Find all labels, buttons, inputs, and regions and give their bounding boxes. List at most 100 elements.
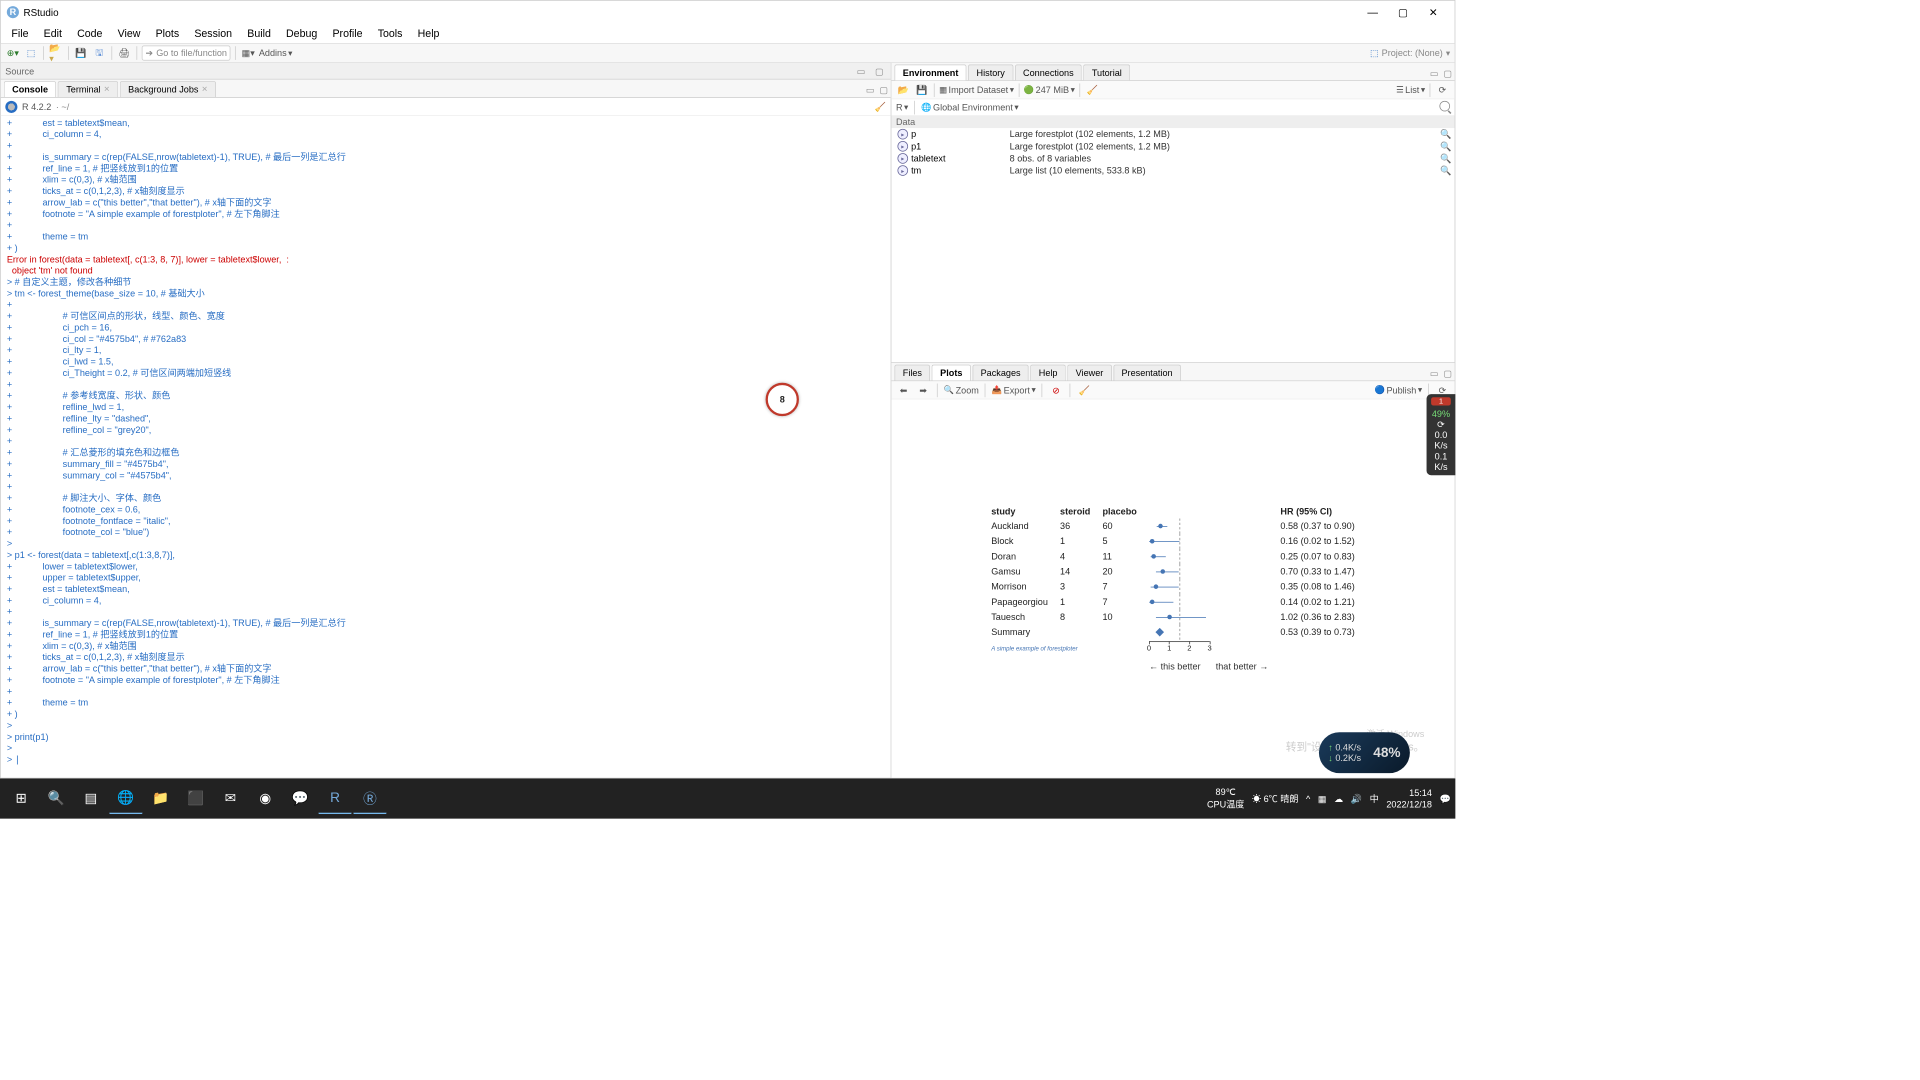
plots-maximize-icon[interactable]: ▢ xyxy=(1441,367,1455,381)
console-minimize-icon[interactable]: ▭ xyxy=(863,83,877,97)
cpu-temp-widget[interactable]: 89℃ CPU温度 xyxy=(1207,787,1244,810)
publish-button[interactable]: 🔵 Publish ▾ xyxy=(1375,385,1422,396)
explorer-icon[interactable]: 📁 xyxy=(144,783,177,813)
console-output[interactable]: + est = tabletext$mean, + ci_column = 4,… xyxy=(1,116,891,778)
tray-cloud-icon[interactable]: ☁ xyxy=(1334,793,1343,804)
tab-terminal[interactable]: Terminal✕ xyxy=(58,81,118,97)
save-workspace-button[interactable]: 💾 xyxy=(914,82,929,97)
inspect-icon[interactable]: 🔍 xyxy=(1440,129,1451,140)
clear-console-button[interactable]: 🧹 xyxy=(875,101,886,112)
menu-profile[interactable]: Profile xyxy=(326,26,368,41)
menu-tools[interactable]: Tools xyxy=(372,26,409,41)
env-row[interactable]: ▸tabletext8 obs. of 8 variables🔍 xyxy=(891,152,1454,164)
tab-help[interactable]: Help xyxy=(1030,365,1065,381)
wechat-icon[interactable]: 💬 xyxy=(283,783,316,813)
weather-widget[interactable]: ☀ 6℃ 晴朗 xyxy=(1252,792,1299,805)
addins-dropdown[interactable]: Addins ▾ xyxy=(259,48,293,59)
tray-volume-icon[interactable]: 🔊 xyxy=(1351,793,1362,804)
menu-debug[interactable]: Debug xyxy=(280,26,323,41)
inspect-icon[interactable]: 🔍 xyxy=(1440,141,1451,152)
open-file-button[interactable]: 📂▾ xyxy=(49,45,64,60)
expand-icon[interactable]: ▸ xyxy=(897,165,908,176)
menu-help[interactable]: Help xyxy=(412,26,446,41)
start-button[interactable]: ⊞ xyxy=(5,783,38,813)
menu-build[interactable]: Build xyxy=(241,26,277,41)
mail-icon[interactable]: ✉ xyxy=(214,783,247,813)
tray-widgets-icon[interactable]: ▦ xyxy=(1318,793,1327,804)
menu-view[interactable]: View xyxy=(112,26,147,41)
source-minimize-icon[interactable]: ▭ xyxy=(854,64,868,78)
console-maximize-icon[interactable]: ▢ xyxy=(877,83,891,97)
env-maximize-icon[interactable]: ▢ xyxy=(1441,67,1455,81)
source-maximize-icon[interactable]: ▢ xyxy=(872,64,886,78)
plots-minimize-icon[interactable]: ▭ xyxy=(1427,367,1441,381)
chrome-icon[interactable]: ◉ xyxy=(249,783,282,813)
office-icon[interactable]: ⬛ xyxy=(179,783,212,813)
close-button[interactable]: ✕ xyxy=(1418,6,1448,19)
language-dropdown[interactable]: R ▾ xyxy=(896,102,908,113)
env-scope-dropdown[interactable]: 🌐 Global Environment ▾ xyxy=(921,102,1018,113)
remove-plot-button[interactable]: ⊘ xyxy=(1049,382,1064,397)
tab-history[interactable]: History xyxy=(968,64,1013,80)
import-dataset-dropdown[interactable]: ▦ Import Dataset ▾ xyxy=(939,85,1014,96)
save-button[interactable]: 💾 xyxy=(74,45,89,60)
tab-tutorial[interactable]: Tutorial xyxy=(1083,64,1130,80)
next-plot-button[interactable]: ➡ xyxy=(916,382,931,397)
network-widget[interactable]: ↑ 0.4K/s ↓ 0.2K/s 48% xyxy=(1319,732,1410,773)
new-project-button[interactable]: ⬚ xyxy=(23,45,38,60)
clear-workspace-button[interactable]: 🧹 xyxy=(1085,82,1100,97)
tab-plots[interactable]: Plots xyxy=(932,365,971,381)
minimize-button[interactable]: — xyxy=(1358,6,1388,18)
search-button[interactable]: 🔍 xyxy=(39,783,72,813)
memory-usage[interactable]: 🟢 247 MiB ▾ xyxy=(1024,85,1075,96)
expand-icon[interactable]: ▸ xyxy=(897,129,908,140)
tray-ime-icon[interactable]: 中 xyxy=(1370,792,1379,805)
menu-session[interactable]: Session xyxy=(188,26,238,41)
prev-plot-button[interactable]: ⬅ xyxy=(896,382,911,397)
tab-files[interactable]: Files xyxy=(894,365,930,381)
tray-chevron-icon[interactable]: ^ xyxy=(1306,793,1310,804)
close-icon[interactable]: ✕ xyxy=(201,85,207,93)
expand-icon[interactable]: ▸ xyxy=(897,153,908,164)
zoom-button[interactable]: 🔍 Zoom xyxy=(944,385,979,396)
edge-icon[interactable]: 🌐 xyxy=(109,783,142,813)
clear-plots-button[interactable]: 🧹 xyxy=(1077,382,1092,397)
menu-plots[interactable]: Plots xyxy=(150,26,186,41)
load-workspace-button[interactable]: 📂 xyxy=(896,82,911,97)
tab-connections[interactable]: Connections xyxy=(1015,64,1082,80)
tab-presentation[interactable]: Presentation xyxy=(1113,365,1181,381)
grid-button[interactable]: ▦▾ xyxy=(241,45,256,60)
save-all-button[interactable]: 🖫 xyxy=(92,45,107,60)
goto-function-input[interactable]: ➔ Go to file/function xyxy=(142,45,231,60)
refresh-button[interactable]: ⟳ xyxy=(1435,82,1450,97)
tab-bgjobs[interactable]: Background Jobs✕ xyxy=(120,81,216,97)
menu-edit[interactable]: Edit xyxy=(38,26,68,41)
tab-console[interactable]: Console xyxy=(4,81,57,97)
rstudio-taskbar-icon[interactable]: R xyxy=(318,783,351,813)
env-row[interactable]: ▸tmLarge list (10 elements, 533.8 kB)🔍 xyxy=(891,164,1454,176)
env-row[interactable]: ▸pLarge forestplot (102 elements, 1.2 MB… xyxy=(891,128,1454,140)
tab-viewer[interactable]: Viewer xyxy=(1067,365,1111,381)
menu-file[interactable]: File xyxy=(5,26,34,41)
notifications-icon[interactable]: 💬 xyxy=(1439,793,1450,804)
tab-packages[interactable]: Packages xyxy=(972,365,1029,381)
side-monitor-widget[interactable]: 1 49% ⟳ 0.0 K/s 0.1 K/s xyxy=(1427,394,1456,475)
view-mode-dropdown[interactable]: ☰ List ▾ xyxy=(1396,85,1425,96)
close-icon[interactable]: ✕ xyxy=(104,85,110,93)
maximize-button[interactable]: ▢ xyxy=(1388,6,1418,19)
env-search[interactable] xyxy=(1439,101,1450,114)
export-dropdown[interactable]: 📤 Export ▾ xyxy=(992,385,1036,396)
env-row[interactable]: ▸p1Large forestplot (102 elements, 1.2 M… xyxy=(891,140,1454,152)
task-view-button[interactable]: ▤ xyxy=(74,783,107,813)
new-file-button[interactable]: ⊕▾ xyxy=(5,45,20,60)
env-minimize-icon[interactable]: ▭ xyxy=(1427,67,1441,81)
print-button[interactable]: 🖨 xyxy=(117,45,132,60)
menu-code[interactable]: Code xyxy=(71,26,108,41)
project-menu[interactable]: ⬚ Project: (None) ▾ xyxy=(1370,48,1450,59)
tab-environment[interactable]: Environment xyxy=(894,64,966,80)
clock[interactable]: 15:14 2022/12/18 xyxy=(1386,788,1432,810)
inspect-icon[interactable]: 🔍 xyxy=(1440,153,1451,164)
inspect-icon[interactable]: 🔍 xyxy=(1440,165,1451,176)
r-taskbar-icon[interactable]: Ⓡ xyxy=(353,783,386,813)
expand-icon[interactable]: ▸ xyxy=(897,141,908,152)
